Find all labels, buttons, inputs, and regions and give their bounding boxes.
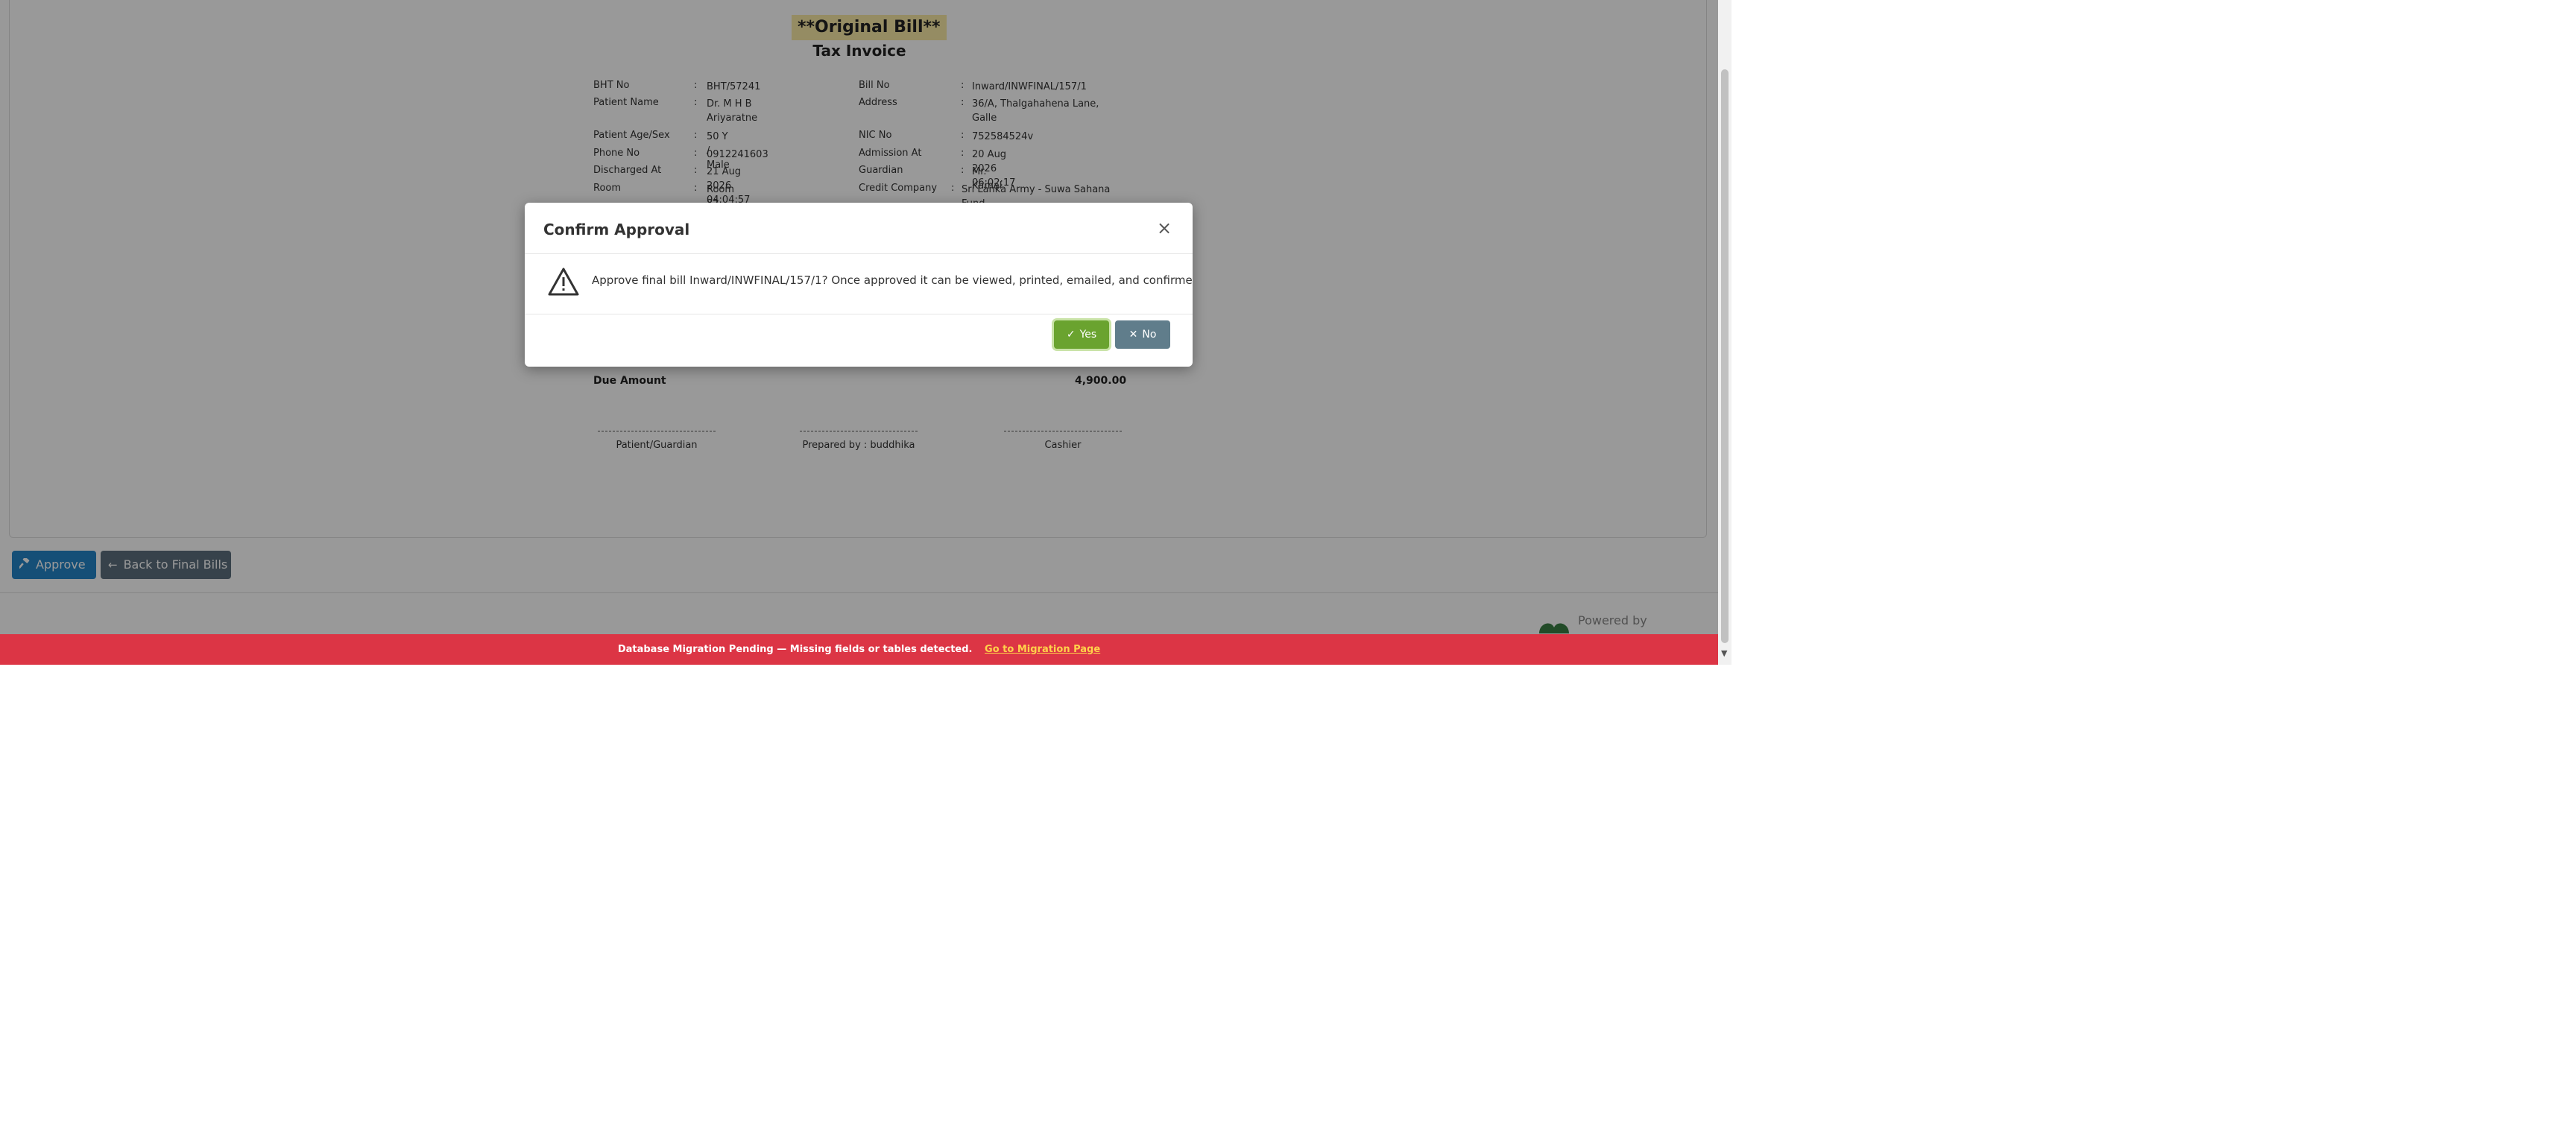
yes-button-label: Yes xyxy=(1079,329,1097,341)
times-icon: ✕ xyxy=(1128,329,1138,341)
no-button-label: No xyxy=(1142,329,1157,341)
go-to-migration-link[interactable]: Go to Migration Page xyxy=(985,644,1100,655)
migration-banner-message: Database Migration Pending — Missing fie… xyxy=(617,644,973,655)
check-icon: ✓ xyxy=(1066,329,1076,341)
warning-triangle-icon xyxy=(548,268,579,296)
app-viewport: **Original Bill** Tax Invoice BHT No : B… xyxy=(0,0,1718,665)
migration-warning-banner: Database Migration Pending — Missing fie… xyxy=(0,634,1718,665)
no-button[interactable]: ✕ No xyxy=(1115,320,1170,349)
scrollbar-thumb[interactable] xyxy=(1721,69,1729,643)
vertical-scrollbar[interactable]: ▼ xyxy=(1718,0,1731,665)
yes-button[interactable]: ✓ Yes xyxy=(1054,320,1109,349)
close-icon[interactable]: × xyxy=(1154,218,1175,238)
dialog-message: Approve final bill Inward/INWFINAL/157/1… xyxy=(592,273,1193,287)
confirm-approval-dialog: Confirm Approval × Approve final bill In… xyxy=(525,203,1193,367)
scroll-down-arrow-icon[interactable]: ▼ xyxy=(1721,648,1727,658)
dialog-title: Confirm Approval xyxy=(543,221,690,238)
dialog-header: Confirm Approval × xyxy=(525,203,1193,254)
